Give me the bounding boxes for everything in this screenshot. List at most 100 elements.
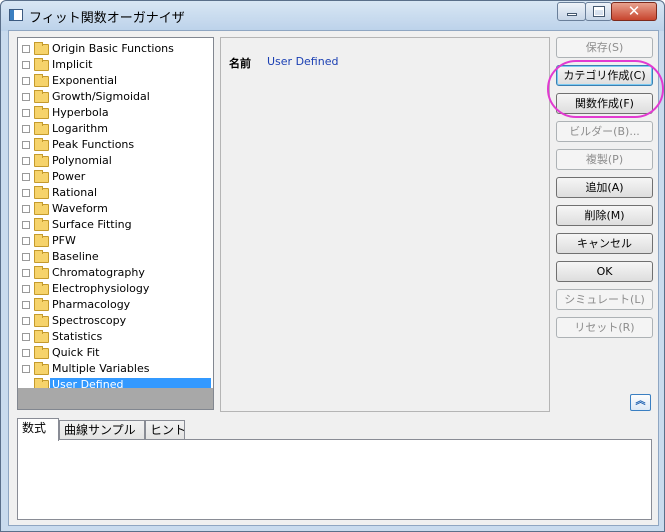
folder-icon [34,346,49,359]
maximize-button[interactable] [585,2,612,21]
tree-item-label: Implicit [52,58,93,71]
folder-icon [34,106,49,119]
function-detail-panel: 名前 User Defined [220,37,550,412]
checkbox[interactable] [22,157,30,165]
name-value: User Defined [267,55,339,68]
folder-icon [34,90,49,103]
checkbox[interactable] [22,365,30,373]
folder-icon [34,42,49,55]
folder-icon [34,74,49,87]
tree-item[interactable]: Power [18,169,213,185]
tab-sample-curve[interactable]: 曲線サンプル [59,420,145,440]
checkbox[interactable] [22,189,30,197]
builder-button[interactable]: ビルダー(B)... [556,121,653,142]
folder-icon [34,218,49,231]
tree-item[interactable]: Spectroscopy [18,313,213,329]
collapse-panel-button[interactable]: ︽ [630,394,651,411]
chevron-up-icon: ︽ [635,396,646,407]
tree-item[interactable]: Chromatography [18,265,213,281]
checkbox[interactable] [22,317,30,325]
checkbox[interactable] [22,93,30,101]
delete-button[interactable]: 削除(M) [556,205,653,226]
tree-item-label: Origin Basic Functions [52,42,174,55]
checkbox[interactable] [22,109,30,117]
folder-icon [34,138,49,151]
checkbox[interactable] [22,269,30,277]
tree-item[interactable]: Rational [18,185,213,201]
checkbox[interactable] [22,253,30,261]
reset-button[interactable]: リセット(R) [556,317,653,338]
tree-item-label: Surface Fitting [52,218,132,231]
tree-item-label: Multiple Variables [52,362,150,375]
checkbox[interactable] [22,349,30,357]
checkbox[interactable] [22,125,30,133]
maximize-icon [594,7,604,16]
tree-item-label: Rational [52,186,98,199]
tree-item[interactable]: Multiple Variables [18,361,213,377]
tree-item[interactable]: Pharmacology [18,297,213,313]
ok-button[interactable]: OK [556,261,653,282]
checkbox[interactable] [22,237,30,245]
tree-item-label: Chromatography [52,266,145,279]
folder-icon [34,298,49,311]
tree-item-label: Spectroscopy [52,314,127,327]
folder-icon [34,122,49,135]
duplicate-button[interactable]: 複製(P) [556,149,653,170]
checkbox[interactable] [22,333,30,341]
folder-icon [34,266,49,279]
add-button[interactable]: 追加(A) [556,177,653,198]
checkbox[interactable] [22,173,30,181]
tree-item[interactable]: PFW [18,233,213,249]
tree-item-label: PFW [52,234,76,247]
folder-icon [34,314,49,327]
save-button[interactable]: 保存(S) [556,37,653,58]
folder-icon [34,58,49,71]
minimize-icon [567,13,577,16]
app-icon [9,9,23,21]
tree-item-label: Power [52,170,86,183]
checkbox[interactable] [22,141,30,149]
minimize-button[interactable] [557,2,586,21]
tree-item[interactable]: Peak Functions [18,137,213,153]
tree-item[interactable]: Logarithm [18,121,213,137]
checkbox[interactable] [22,77,30,85]
checkbox[interactable] [22,61,30,69]
tree-item-label: Baseline [52,250,99,263]
tree-item-label: Pharmacology [52,298,131,311]
checkbox[interactable] [22,205,30,213]
tree-item[interactable]: Implicit [18,57,213,73]
checkbox[interactable] [22,285,30,293]
window-title: フィット関数オーガナイザ [29,11,185,26]
tree-item-label: Quick Fit [52,346,100,359]
tree-item[interactable]: Waveform [18,201,213,217]
tab-formula[interactable]: 数式 [17,418,59,441]
tree-item-label: Polynomial [52,154,112,167]
tree-item[interactable]: Growth/Sigmoidal [18,89,213,105]
tree-item-label: Peak Functions [52,138,135,151]
tree-item-label: Logarithm [52,122,108,135]
title-bar[interactable]: フィット関数オーガナイザ ✕ [1,1,664,31]
tree-item[interactable]: Statistics [18,329,213,345]
folder-icon [34,362,49,375]
tree-item[interactable]: Exponential [18,73,213,89]
checkbox[interactable] [22,221,30,229]
tab-hint[interactable]: ヒント [145,420,186,440]
folder-icon [34,330,49,343]
checkbox[interactable] [22,301,30,309]
folder-icon [34,234,49,247]
tree-item[interactable]: Origin Basic Functions [18,41,213,57]
tree-item[interactable]: Polynomial [18,153,213,169]
tree-item[interactable]: Hyperbola [18,105,213,121]
close-button[interactable]: ✕ [611,2,657,21]
folder-icon [34,170,49,183]
simulate-button[interactable]: シミュレート(L) [556,289,653,310]
cancel-button[interactable]: キャンセル [556,233,653,254]
tree-item[interactable]: Electrophysiology [18,281,213,297]
function-category-tree[interactable]: Origin Basic Functions Implicit Exponent… [17,37,214,410]
folder-icon [34,250,49,263]
tree-item[interactable]: Surface Fitting [18,217,213,233]
checkbox[interactable] [22,45,30,53]
tree-item[interactable]: Baseline [18,249,213,265]
tree-item-label: Exponential [52,74,118,87]
tree-item[interactable]: Quick Fit [18,345,213,361]
